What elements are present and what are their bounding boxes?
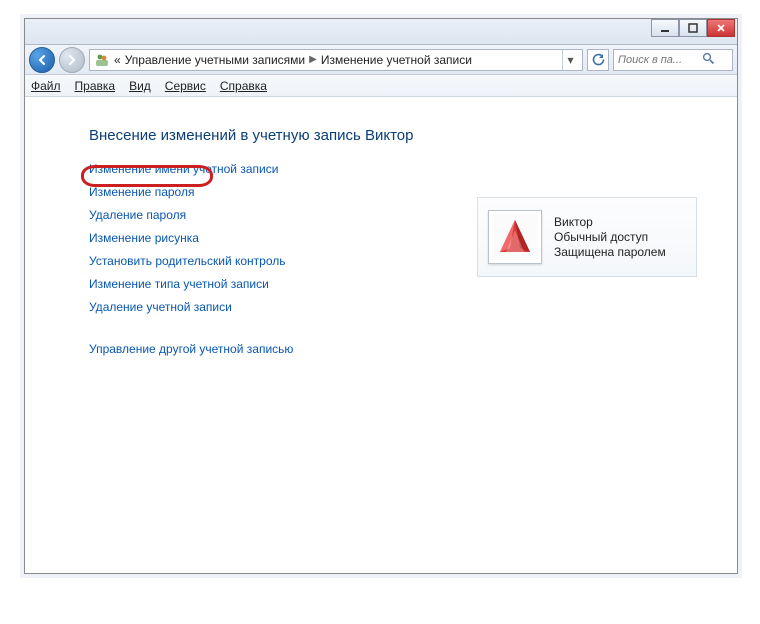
link-delete-account[interactable]: Удаление учетной записи: [89, 300, 737, 314]
maximize-button[interactable]: [679, 19, 707, 37]
back-button[interactable]: [29, 47, 55, 73]
breadcrumb-sep-icon: ▶: [309, 54, 317, 65]
breadcrumb[interactable]: « Управление учетными записями ▶ Изменен…: [89, 49, 583, 71]
minimize-button[interactable]: [651, 19, 679, 37]
address-dropdown-icon[interactable]: ▾: [562, 50, 578, 70]
search-box[interactable]: [613, 49, 733, 71]
menu-file[interactable]: Файл: [31, 79, 61, 93]
link-change-name[interactable]: Изменение имени учетной записи: [89, 162, 737, 176]
window-frame: « Управление учетными записями ▶ Изменен…: [24, 18, 738, 574]
avatar: [488, 210, 542, 264]
account-type: Обычный доступ: [554, 230, 666, 244]
page-title: Внесение изменений в учетную запись Викт…: [89, 127, 737, 144]
search-input[interactable]: [618, 54, 698, 66]
menubar: Файл Правка Вид Сервис Справка: [25, 75, 737, 97]
menu-view[interactable]: Вид: [129, 79, 151, 93]
menu-edit[interactable]: Правка: [75, 79, 116, 93]
account-status: Защищена паролем: [554, 245, 666, 259]
close-button[interactable]: [707, 19, 735, 37]
search-icon: [702, 52, 715, 68]
account-card: Виктор Обычный доступ Защищена паролем: [477, 197, 697, 277]
forward-button[interactable]: [59, 47, 85, 73]
address-bar: « Управление учетными записями ▶ Изменен…: [25, 45, 737, 75]
accounts-icon: [94, 52, 110, 68]
link-change-type[interactable]: Изменение типа учетной записи: [89, 277, 737, 291]
menu-tools[interactable]: Сервис: [165, 79, 206, 93]
content-area: Внесение изменений в учетную запись Викт…: [25, 97, 737, 573]
breadcrumb-crumb-1[interactable]: Управление учетными записями: [125, 53, 305, 67]
titlebar[interactable]: [25, 19, 737, 45]
account-name: Виктор: [554, 215, 666, 229]
refresh-button[interactable]: [587, 49, 609, 71]
breadcrumb-chevrons: «: [114, 53, 121, 67]
breadcrumb-crumb-2[interactable]: Изменение учетной записи: [321, 53, 472, 67]
link-manage-other[interactable]: Управление другой учетной записью: [89, 342, 737, 356]
menu-help[interactable]: Справка: [220, 79, 267, 93]
